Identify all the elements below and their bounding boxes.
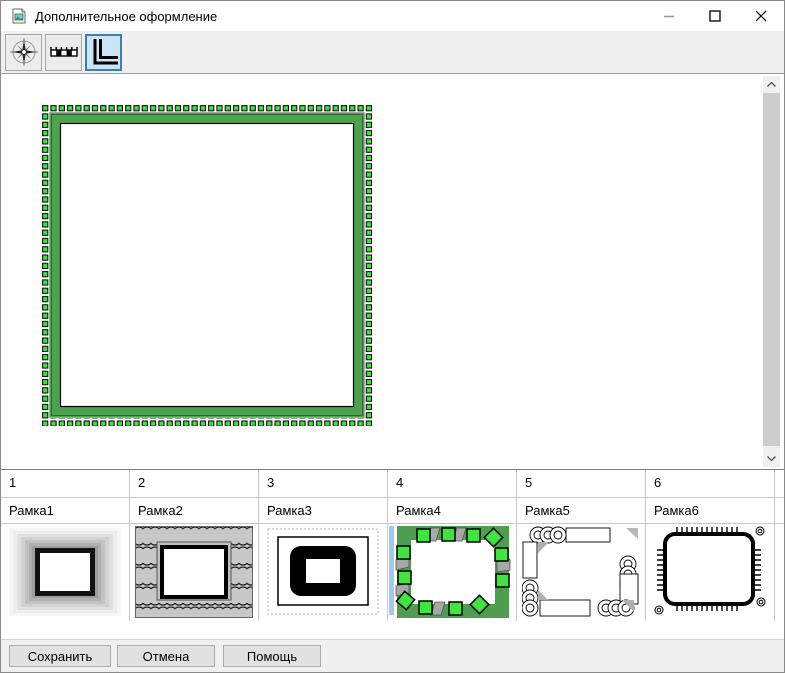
north-arrow-button[interactable] [5, 33, 42, 71]
gallery-number-cell[interactable]: 4 [388, 470, 517, 497]
thumbnail-frame3[interactable] [259, 524, 388, 621]
toolbar [1, 31, 784, 74]
thumbnail-frame2[interactable] [130, 524, 259, 621]
image-document-icon [12, 8, 26, 24]
minimize-button[interactable] [646, 1, 692, 31]
gallery-number-cell[interactable]: 1 [1, 470, 130, 497]
gallery-number-cell[interactable]: 2 [130, 470, 259, 497]
gallery-name-cell[interactable]: Рамка5 [517, 498, 646, 523]
title-bar[interactable]: Дополнительное оформление [1, 1, 784, 31]
scroll-down-button[interactable] [763, 450, 780, 467]
close-icon [755, 10, 767, 22]
frame4-art [395, 526, 511, 618]
gallery-thumbnail-row [1, 524, 784, 621]
thumbnail-frame5[interactable] [517, 524, 646, 621]
dialog-window: Дополнительное оформление 1 2 3 4 5 6 Ра… [0, 0, 785, 673]
chevron-up-icon [767, 82, 776, 87]
scale-bar-icon [49, 47, 78, 57]
gallery-name-cell[interactable]: Рамка3 [259, 498, 388, 523]
frame6-art [651, 526, 769, 618]
scale-bar-button[interactable] [45, 33, 82, 71]
gallery-number-cell[interactable]: 6 [646, 470, 775, 497]
help-button[interactable]: Помощь [223, 645, 321, 667]
scrollbar-thumb[interactable] [763, 93, 780, 446]
close-button[interactable] [738, 1, 784, 31]
frame-gallery: 1 2 3 4 5 6 Рамка1 Рамка2 Рамка3 Рамка4 … [1, 469, 784, 639]
gallery-number-cell[interactable]: 5 [517, 470, 646, 497]
gallery-number-row: 1 2 3 4 5 6 [1, 470, 784, 498]
compass-rose-icon [9, 38, 38, 66]
thumbnail-frame4[interactable] [388, 524, 517, 621]
vertical-scrollbar[interactable] [763, 76, 780, 467]
frame-decoration-button[interactable] [85, 33, 122, 71]
frame5-art [522, 526, 640, 618]
maximize-button[interactable] [692, 1, 738, 31]
gallery-name-cell[interactable]: Рамка2 [130, 498, 259, 523]
frame3-art [264, 526, 382, 618]
chevron-down-icon [767, 456, 776, 461]
frame-corner-icon [93, 39, 118, 65]
scroll-up-button[interactable] [763, 76, 780, 93]
frame1-art [6, 526, 124, 618]
gallery-name-cell[interactable]: Рамка4 [388, 498, 517, 523]
footer-bar: Сохранить Отмена Помощь [1, 639, 784, 672]
gallery-name-cell[interactable]: Рамка6 [646, 498, 775, 523]
gallery-name-cell[interactable]: Рамка1 [1, 498, 130, 523]
thumbnail-frame6[interactable] [646, 524, 775, 621]
cancel-button[interactable]: Отмена [117, 645, 215, 667]
maximize-icon [709, 10, 721, 22]
frame-preview-art [41, 104, 373, 426]
save-button[interactable]: Сохранить [9, 645, 111, 667]
gallery-name-row: Рамка1 Рамка2 Рамка3 Рамка4 Рамка5 Рамка… [1, 498, 784, 524]
frame-preview-pane [1, 74, 784, 469]
selection-indicator [389, 526, 394, 615]
window-title: Дополнительное оформление [35, 8, 218, 24]
minimize-icon [663, 15, 674, 17]
gallery-number-cell[interactable]: 3 [259, 470, 388, 497]
thumbnail-frame1[interactable] [1, 524, 130, 621]
frame2-art [135, 526, 253, 618]
